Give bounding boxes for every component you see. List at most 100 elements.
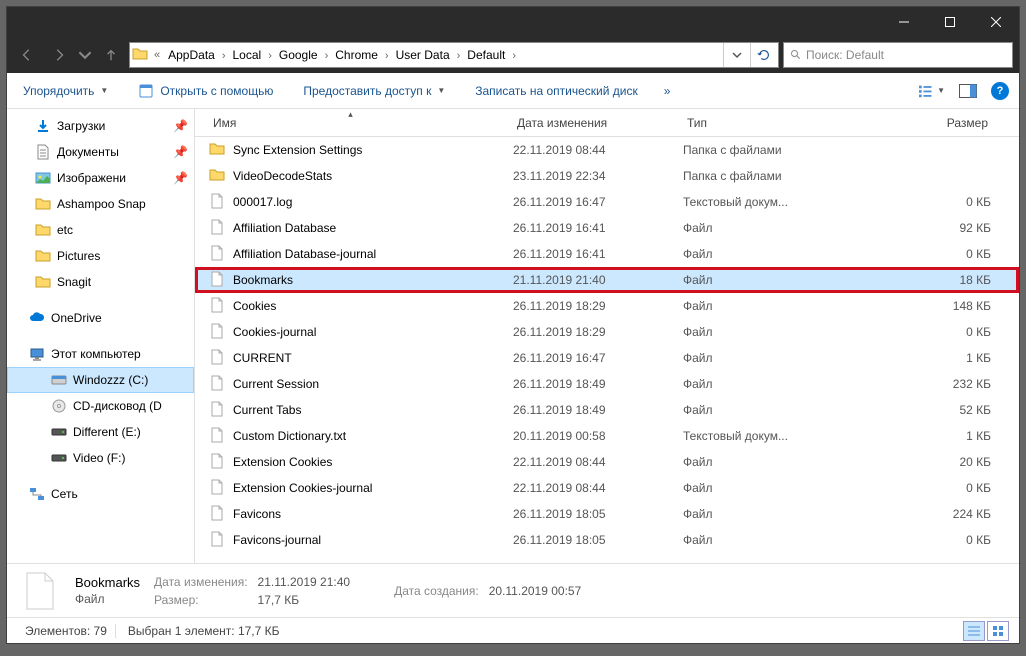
file-row[interactable]: Extension Cookies-journal22.11.2019 08:4…: [195, 475, 1019, 501]
chevron-right-icon[interactable]: ›: [509, 50, 519, 62]
breadcrumb-segment[interactable]: AppData: [164, 46, 219, 64]
sidebar-item-onedrive[interactable]: OneDrive: [7, 305, 194, 331]
organize-button[interactable]: Упорядочить▼: [17, 80, 114, 102]
sidebar-item-cd[interactable]: CD-дисковод (D: [7, 393, 194, 419]
file-row[interactable]: Current Tabs26.11.2019 18:49Файл52 КБ: [195, 397, 1019, 423]
column-date[interactable]: Дата изменения: [507, 109, 677, 136]
sidebar-item-network[interactable]: Сеть: [7, 481, 194, 507]
column-size[interactable]: Размер: [825, 109, 1019, 136]
file-size: 1 КБ: [831, 429, 1011, 443]
back-button[interactable]: [13, 41, 41, 69]
sidebar-item-windozzz[interactable]: Windozzz (C:): [7, 367, 194, 393]
file-row[interactable]: Custom Dictionary.txt20.11.2019 00:58Тек…: [195, 423, 1019, 449]
file-type: Файл: [683, 221, 831, 235]
breadcrumb-segment[interactable]: User Data: [392, 46, 454, 64]
file-row[interactable]: 000017.log26.11.2019 16:47Текстовый доку…: [195, 189, 1019, 215]
navigation-pane[interactable]: Загрузки📌 Документы📌 Изображени📌 Ashampo…: [7, 109, 195, 563]
sidebar-item-pictures[interactable]: Pictures: [7, 243, 194, 269]
icons-view-button[interactable]: [987, 621, 1009, 641]
detail-mod-value: 21.11.2019 21:40: [258, 575, 351, 589]
details-view-button[interactable]: [963, 621, 985, 641]
file-name: Current Session: [233, 377, 513, 391]
file-row[interactable]: Favicons-journal26.11.2019 18:05Файл0 КБ: [195, 527, 1019, 553]
app-icon: [138, 83, 154, 99]
file-row[interactable]: CURRENT26.11.2019 16:47Файл1 КБ: [195, 345, 1019, 371]
help-button[interactable]: ?: [991, 82, 1009, 100]
file-date: 26.11.2019 18:29: [513, 299, 683, 313]
view-options-button[interactable]: ▼: [919, 78, 945, 104]
burn-button[interactable]: Записать на оптический диск: [469, 80, 644, 102]
titlebar[interactable]: [7, 7, 1019, 37]
file-name: Favicons-journal: [233, 533, 513, 547]
sidebar-item-snagit[interactable]: Snagit: [7, 269, 194, 295]
file-row[interactable]: VideoDecodeStats23.11.2019 22:34Папка с …: [195, 163, 1019, 189]
chevron-right-icon[interactable]: ›: [322, 50, 332, 62]
breadcrumb-segment[interactable]: Google: [275, 46, 322, 64]
file-icon: [209, 401, 227, 419]
minimize-button[interactable]: [881, 7, 927, 37]
file-date: 26.11.2019 18:49: [513, 403, 683, 417]
breadcrumb-segment[interactable]: Default: [463, 46, 509, 64]
maximize-button[interactable]: [927, 7, 973, 37]
sidebar-item-this-pc[interactable]: Этот компьютер: [7, 341, 194, 367]
preview-pane-button[interactable]: [955, 78, 981, 104]
toolbar: Упорядочить▼ Открыть с помощью Предостав…: [7, 73, 1019, 109]
file-icon: [209, 375, 227, 393]
refresh-button[interactable]: [750, 43, 776, 67]
chevron-right-icon[interactable]: ›: [265, 50, 275, 62]
file-row[interactable]: Sync Extension Settings22.11.2019 08:44П…: [195, 137, 1019, 163]
file-size: 0 КБ: [831, 533, 1011, 547]
file-icon: [209, 193, 227, 211]
close-button[interactable]: [973, 7, 1019, 37]
file-date: 26.11.2019 16:47: [513, 195, 683, 209]
file-name: Extension Cookies: [233, 455, 513, 469]
file-row[interactable]: Affiliation Database26.11.2019 16:41Файл…: [195, 215, 1019, 241]
file-list[interactable]: Sync Extension Settings22.11.2019 08:44П…: [195, 137, 1019, 563]
file-name: Favicons: [233, 507, 513, 521]
main-area: Загрузки📌 Документы📌 Изображени📌 Ashampo…: [7, 109, 1019, 563]
file-name: Affiliation Database-journal: [233, 247, 513, 261]
folder-icon: [209, 141, 227, 159]
file-row[interactable]: Extension Cookies22.11.2019 08:44Файл20 …: [195, 449, 1019, 475]
detail-filetype: Файл: [75, 592, 140, 606]
forward-button[interactable]: [45, 41, 73, 69]
breadcrumb-segment[interactable]: Local: [229, 46, 266, 64]
chevron-right-icon[interactable]: ›: [382, 50, 392, 62]
sidebar-item-different[interactable]: Different (E:): [7, 419, 194, 445]
share-button[interactable]: Предоставить доступ к▼: [297, 80, 451, 102]
search-input[interactable]: Поиск: Default: [783, 42, 1013, 68]
column-header: Имя▴ Дата изменения Тип Размер: [195, 109, 1019, 137]
file-type: Текстовый докум...: [683, 429, 831, 443]
sidebar-item-images[interactable]: Изображени📌: [7, 165, 194, 191]
column-type[interactable]: Тип: [677, 109, 825, 136]
details-pane: Bookmarks Файл Дата изменения: 21.11.201…: [7, 563, 1019, 617]
sidebar-item-downloads[interactable]: Загрузки📌: [7, 113, 194, 139]
search-icon: [790, 49, 802, 61]
pin-icon: 📌: [173, 119, 188, 133]
detail-size-label: Размер:: [154, 593, 248, 607]
sidebar-item-etc[interactable]: etc: [7, 217, 194, 243]
address-bar[interactable]: « AppData›Local›Google›Chrome›User Data›…: [129, 42, 779, 68]
file-row[interactable]: Cookies26.11.2019 18:29Файл148 КБ: [195, 293, 1019, 319]
chevron-right-icon[interactable]: ›: [454, 50, 464, 62]
file-row[interactable]: Bookmarks21.11.2019 21:40Файл18 КБ: [195, 267, 1019, 293]
file-row[interactable]: Cookies-journal26.11.2019 18:29Файл0 КБ: [195, 319, 1019, 345]
open-with-button[interactable]: Открыть с помощью: [132, 79, 279, 103]
toolbar-overflow[interactable]: »: [662, 84, 673, 98]
up-button[interactable]: [97, 41, 125, 69]
file-row[interactable]: Current Session26.11.2019 18:49Файл232 К…: [195, 371, 1019, 397]
file-date: 26.11.2019 18:05: [513, 507, 683, 521]
file-row[interactable]: Favicons26.11.2019 18:05Файл224 КБ: [195, 501, 1019, 527]
history-dropdown[interactable]: [77, 41, 93, 69]
file-size: 0 КБ: [831, 481, 1011, 495]
file-date: 26.11.2019 16:47: [513, 351, 683, 365]
file-row[interactable]: Affiliation Database-journal26.11.2019 1…: [195, 241, 1019, 267]
sidebar-item-video[interactable]: Video (F:): [7, 445, 194, 471]
chevron-right-icon[interactable]: ›: [219, 50, 229, 62]
sidebar-item-documents[interactable]: Документы📌: [7, 139, 194, 165]
file-icon: [209, 349, 227, 367]
sidebar-item-ashampoo[interactable]: Ashampoo Snap: [7, 191, 194, 217]
breadcrumb-segment[interactable]: Chrome: [331, 46, 382, 64]
address-dropdown[interactable]: [723, 43, 749, 67]
column-name[interactable]: Имя▴: [195, 109, 507, 136]
